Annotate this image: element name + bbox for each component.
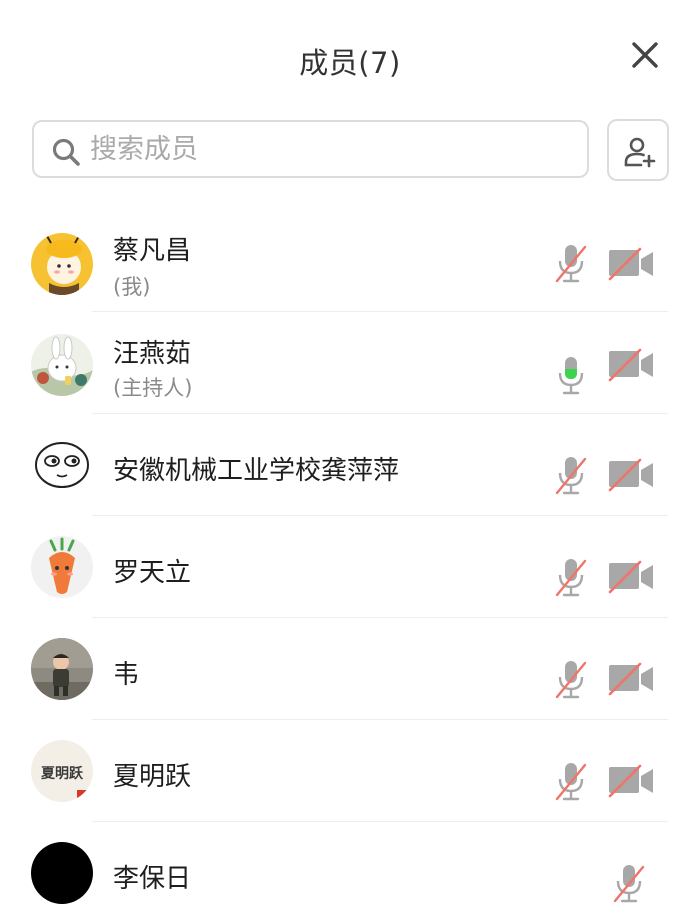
- mic-active-icon[interactable]: [555, 354, 587, 396]
- mic-muted-icon[interactable]: [555, 658, 587, 700]
- add-user-icon: [624, 137, 656, 168]
- camera-off-icon[interactable]: [607, 247, 655, 281]
- member-name: 罗天立: [113, 558, 192, 588]
- member-name: 韦: [113, 660, 140, 690]
- members-panel: 成员(7) 搜索成员 蔡凡昌 (我) 汪燕茹 (主持人) 安徽机械工业学校龚萍萍…: [0, 0, 700, 921]
- member-row[interactable]: 罗天立: [0, 516, 700, 618]
- camera-off-icon[interactable]: [607, 662, 655, 696]
- member-row[interactable]: 李保日: [0, 822, 700, 921]
- close-button[interactable]: [623, 33, 667, 77]
- page-title: 成员(7): [299, 46, 401, 80]
- member-name: 安徽机械工业学校龚萍萍: [113, 456, 400, 486]
- avatar: [31, 536, 93, 598]
- member-name: 蔡凡昌: [113, 236, 192, 266]
- member-name: 李保日: [113, 864, 192, 894]
- avatar: 夏明跃: [31, 740, 93, 802]
- panel-header: 成员(7): [0, 0, 700, 112]
- avatar: [31, 638, 93, 700]
- member-row[interactable]: 安徽机械工业学校龚萍萍: [0, 414, 700, 516]
- member-name: 汪燕茹: [113, 339, 192, 369]
- avatar: [31, 334, 93, 396]
- close-icon: [632, 42, 658, 68]
- mic-muted-icon[interactable]: [555, 242, 587, 284]
- camera-off-icon[interactable]: [607, 348, 655, 382]
- member-row[interactable]: 蔡凡昌 (我): [0, 210, 700, 312]
- camera-off-icon[interactable]: [607, 458, 655, 492]
- member-row[interactable]: 夏明跃 夏明跃: [0, 720, 700, 822]
- search-input[interactable]: [90, 122, 570, 176]
- camera-off-icon[interactable]: [607, 560, 655, 594]
- member-role: (主持人): [113, 376, 193, 400]
- mic-muted-icon[interactable]: [555, 556, 587, 598]
- mic-muted-icon[interactable]: [555, 760, 587, 802]
- avatar: [31, 233, 93, 295]
- avatar-text: 夏明跃: [41, 765, 84, 782]
- member-row[interactable]: 韦: [0, 618, 700, 720]
- search-icon: [52, 138, 80, 166]
- member-name: 夏明跃: [113, 762, 192, 792]
- mic-muted-icon[interactable]: [555, 454, 587, 496]
- add-member-button[interactable]: [607, 119, 669, 181]
- search-box[interactable]: [32, 120, 589, 178]
- avatar: [31, 842, 93, 904]
- avatar: [31, 434, 93, 496]
- camera-off-icon[interactable]: [607, 764, 655, 798]
- member-role: (我): [113, 275, 151, 299]
- mic-muted-icon[interactable]: [613, 862, 645, 904]
- member-row[interactable]: 汪燕茹 (主持人): [0, 312, 700, 414]
